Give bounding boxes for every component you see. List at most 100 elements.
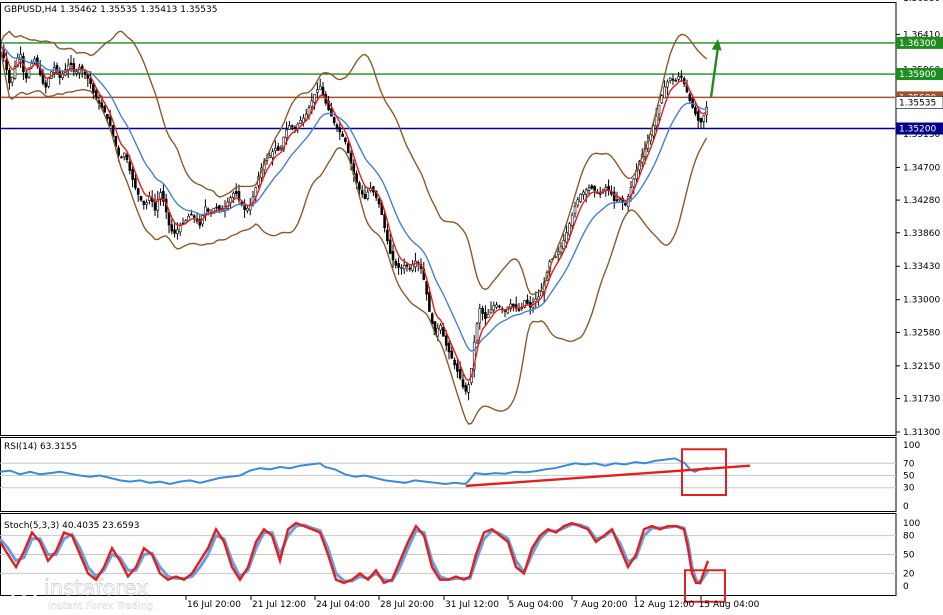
candle-body bbox=[206, 208, 210, 212]
candle-body bbox=[215, 206, 218, 209]
candle-body bbox=[69, 62, 73, 65]
candle-body bbox=[699, 118, 703, 123]
candle-body bbox=[246, 208, 249, 211]
candle-body bbox=[663, 86, 666, 99]
y-tick-label: 1.34280 bbox=[903, 196, 940, 206]
candle-body bbox=[590, 185, 594, 189]
candle-body bbox=[562, 239, 566, 249]
candle-body bbox=[573, 206, 577, 214]
candle-body bbox=[176, 229, 179, 234]
candle-body bbox=[618, 198, 622, 201]
candle-body bbox=[475, 323, 479, 342]
candle-body bbox=[632, 178, 636, 188]
candle-body bbox=[444, 335, 448, 346]
current-price-label: 1.35535 bbox=[899, 98, 936, 108]
candle-body bbox=[666, 81, 669, 88]
osc-tick-label: 100 bbox=[903, 441, 920, 451]
candle-body bbox=[268, 155, 272, 158]
x-tick-label: 7 Aug 20:00 bbox=[573, 600, 628, 610]
candle-body bbox=[341, 133, 344, 137]
candle-body bbox=[456, 363, 459, 372]
candle-body bbox=[366, 191, 370, 199]
candle-body bbox=[338, 127, 342, 133]
candle-body bbox=[397, 263, 400, 268]
candle-body bbox=[131, 169, 134, 180]
candle-body bbox=[279, 147, 283, 150]
candle-body bbox=[358, 182, 361, 190]
candle-body bbox=[408, 267, 412, 270]
level-label: 1.35200 bbox=[899, 125, 936, 135]
candle-body bbox=[464, 385, 468, 392]
candle-body bbox=[584, 189, 588, 195]
osc-tick-label: 0 bbox=[903, 582, 909, 592]
candle-body bbox=[402, 265, 406, 270]
candle-body bbox=[360, 190, 364, 195]
y-tick-label: 1.31300 bbox=[903, 428, 940, 438]
osc-tick-label: 80 bbox=[903, 532, 915, 542]
candle-body bbox=[142, 200, 146, 205]
y-tick-label: 1.34700 bbox=[903, 163, 940, 173]
candle-body bbox=[10, 76, 14, 83]
candle-body bbox=[346, 143, 350, 153]
candle-body bbox=[218, 205, 221, 211]
candle-body bbox=[288, 125, 291, 130]
candle-body bbox=[478, 308, 482, 324]
candle-body bbox=[458, 368, 462, 379]
candle-body bbox=[106, 113, 109, 119]
candle-body bbox=[271, 151, 274, 158]
osc-tick-label: 70 bbox=[903, 459, 915, 469]
candle-body bbox=[436, 327, 440, 337]
x-tick-label: 31 Jul 12:00 bbox=[445, 600, 499, 610]
candle-body bbox=[615, 199, 619, 202]
candle-body bbox=[570, 214, 574, 226]
candle-body bbox=[234, 191, 238, 194]
osc-tick-label: 0 bbox=[903, 502, 909, 512]
osc-tick-label: 20 bbox=[903, 569, 915, 579]
candle-body bbox=[680, 75, 683, 78]
candle-body bbox=[248, 205, 252, 211]
candle-body bbox=[391, 251, 395, 261]
candle-body bbox=[290, 125, 294, 128]
y-tick-label: 1.33000 bbox=[903, 296, 940, 306]
osc-tick-label: 50 bbox=[903, 551, 915, 561]
candle-body bbox=[318, 86, 322, 90]
candle-body bbox=[534, 298, 538, 302]
candle-body bbox=[92, 83, 95, 93]
panel-frame bbox=[0, 437, 897, 512]
watermark-tagline: Instant Forex Trading bbox=[48, 601, 153, 612]
candle-body bbox=[47, 78, 50, 87]
x-tick-label: 28 Jul 20:00 bbox=[380, 600, 434, 610]
candle-body bbox=[153, 201, 157, 211]
candle-body bbox=[335, 124, 339, 129]
candle-body bbox=[363, 194, 367, 199]
candle-body bbox=[274, 147, 277, 151]
y-tick-label: 1.31730 bbox=[903, 395, 940, 405]
osc-tick-label: 50 bbox=[903, 472, 915, 482]
candle-body bbox=[660, 95, 664, 104]
candle-body bbox=[8, 69, 11, 84]
candle-body bbox=[136, 188, 140, 195]
level-label: 1.35900 bbox=[899, 70, 936, 80]
candle-body bbox=[439, 325, 442, 331]
candle-body bbox=[568, 223, 571, 236]
candle-body bbox=[467, 384, 470, 393]
chart-canvas: 1.368801.364101.359601.355351.351301.347… bbox=[0, 0, 943, 612]
osc-tick-label: 100 bbox=[903, 519, 920, 529]
main-title: GBPUSD,H4 1.35462 1.35535 1.35413 1.3553… bbox=[4, 5, 217, 15]
candle-body bbox=[170, 224, 174, 232]
watermark-brand: instaforex bbox=[44, 576, 149, 600]
candle-body bbox=[313, 94, 316, 103]
candle-body bbox=[677, 75, 680, 80]
candle-body bbox=[383, 214, 386, 229]
candle-body bbox=[702, 115, 706, 122]
candle-body bbox=[108, 116, 112, 126]
osc-tick-label: 30 bbox=[903, 484, 915, 494]
candle-body bbox=[461, 379, 465, 388]
candle-body bbox=[232, 192, 235, 198]
candle-body bbox=[428, 292, 431, 312]
candle-body bbox=[321, 86, 325, 96]
candle-body bbox=[192, 215, 196, 218]
rsi-panel: 100 70 50 30 0 bbox=[0, 437, 920, 512]
candle-body bbox=[316, 89, 319, 93]
candle-body bbox=[330, 108, 333, 117]
